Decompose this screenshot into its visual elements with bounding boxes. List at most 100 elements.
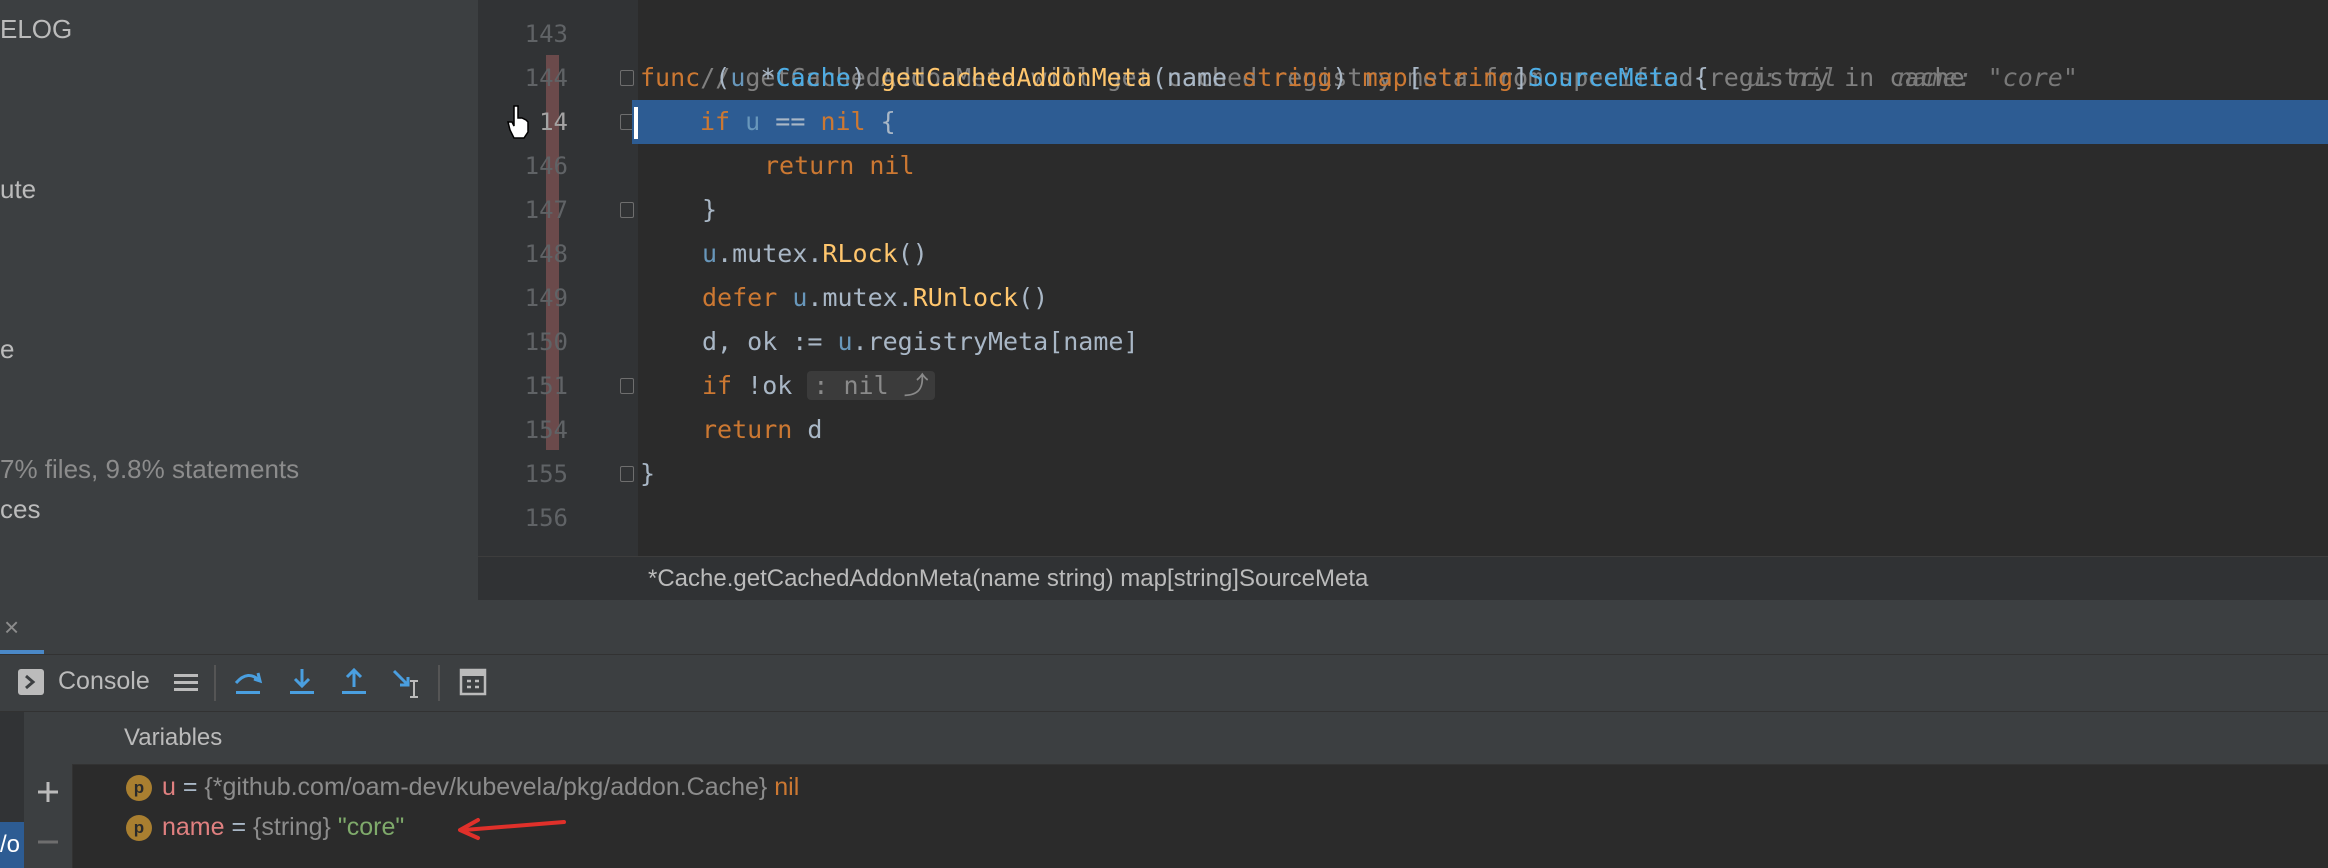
console-icon bbox=[18, 669, 44, 695]
variable-name: name bbox=[162, 813, 225, 841]
code-line-148[interactable]: u.mutex.RLock() bbox=[640, 232, 2328, 276]
keyword-defer: defer bbox=[702, 283, 778, 312]
line-number: 144 bbox=[524, 64, 568, 92]
code-token: d, ok := bbox=[702, 327, 838, 356]
code-token: { bbox=[865, 107, 896, 136]
line-number: 148 bbox=[524, 240, 568, 268]
code-line-144[interactable]: func (u *Cache) getCachedAddonMeta(name … bbox=[640, 56, 2328, 100]
code-editor[interactable]: 143 144 14 146 147 148 149 150 151 154 1… bbox=[478, 0, 2328, 556]
receiver: u bbox=[837, 327, 853, 356]
variable-value: "core" bbox=[330, 813, 405, 841]
code-line-143[interactable]: // getCachedAddonMeta will get cached re… bbox=[640, 12, 2328, 92]
receiver: u bbox=[792, 283, 808, 312]
function-name: getCachedAddonMeta bbox=[880, 63, 1152, 92]
coverage-summary: 7% files, 9.8% statements bbox=[0, 454, 300, 484]
variable-name: u bbox=[162, 773, 176, 801]
breadcrumb-function-signature[interactable]: *Cache.getCachedAddonMeta(name string) m… bbox=[648, 565, 1368, 593]
variables-title: Variables bbox=[124, 724, 223, 751]
code-token: ] bbox=[1513, 63, 1529, 92]
evaluate-expression-icon[interactable] bbox=[458, 667, 488, 697]
variable-value: nil bbox=[767, 773, 800, 801]
keyword-return: return bbox=[764, 151, 855, 180]
keyword-map: map bbox=[1362, 63, 1408, 92]
keyword-nil: nil bbox=[854, 151, 915, 180]
parameter-icon: p bbox=[126, 815, 152, 842]
code-token: .mutex. bbox=[807, 283, 913, 312]
selected-frame[interactable]: /o bbox=[0, 822, 24, 868]
step-over-icon[interactable] bbox=[232, 667, 264, 699]
method-name: RUnlock bbox=[912, 283, 1019, 312]
line-number: 150 bbox=[524, 328, 568, 356]
code-token: ( bbox=[700, 63, 731, 92]
code-token: == bbox=[760, 107, 821, 136]
tree-item-scratches[interactable]: ces bbox=[0, 494, 40, 525]
variable-equals: = bbox=[224, 813, 254, 841]
annotation-arrow-icon bbox=[458, 818, 566, 840]
tree-item[interactable]: ute bbox=[0, 174, 36, 205]
line-number: 143 bbox=[524, 20, 568, 48]
keyword-return: return bbox=[702, 415, 793, 444]
code-line-154[interactable]: return d bbox=[640, 408, 2328, 452]
variable-row[interactable]: p name = {string} "core" bbox=[126, 807, 404, 847]
variable-type: {string} bbox=[253, 813, 331, 841]
fold-icon[interactable] bbox=[620, 202, 634, 218]
run-to-cursor-icon[interactable] bbox=[390, 667, 424, 701]
code-token: [ bbox=[1407, 63, 1423, 92]
method-name: RLock bbox=[822, 239, 898, 268]
fold-icon[interactable] bbox=[620, 70, 634, 86]
param-name: name bbox=[1166, 63, 1243, 92]
code-token: * bbox=[745, 63, 776, 92]
code-token: () bbox=[1018, 283, 1049, 312]
variable-type: {*github.com/oam-dev/kubevela/pkg/addon.… bbox=[204, 773, 768, 801]
add-watch-icon[interactable] bbox=[36, 780, 60, 804]
variable-row[interactable]: pu = {*github.com/oam-dev/kubevela/pkg/a… bbox=[126, 767, 799, 807]
keyword-if: if bbox=[700, 107, 731, 136]
folded-code-region[interactable]: : nil ⤴ bbox=[807, 371, 935, 400]
variables-actions bbox=[24, 712, 73, 868]
receiver: u bbox=[702, 239, 718, 268]
hand-cursor-icon bbox=[507, 105, 529, 139]
code-line-149[interactable]: defer u.mutex.RUnlock() bbox=[640, 276, 2328, 320]
line-number: 147 bbox=[524, 196, 568, 224]
line-number: 154 bbox=[524, 416, 568, 444]
debug-toolbar: Console bbox=[0, 654, 2328, 712]
code-token: ( bbox=[1151, 63, 1167, 92]
frames-panel-edge: /o bbox=[0, 712, 24, 868]
return-type: SourceMeta bbox=[1528, 63, 1679, 92]
code-line-150[interactable]: d, ok := u.registryMeta[name] bbox=[640, 320, 2328, 364]
keyword-func: func bbox=[640, 63, 701, 92]
step-out-icon[interactable] bbox=[338, 667, 370, 699]
close-icon[interactable]: × bbox=[4, 612, 19, 643]
code-line-145-execution-point[interactable]: if u == nil { bbox=[632, 100, 2328, 144]
toolbar-separator bbox=[438, 665, 440, 701]
line-number: 156 bbox=[524, 504, 568, 532]
line-number: 155 bbox=[524, 460, 568, 488]
editor-gutter[interactable]: 143 144 14 146 147 148 149 150 151 154 1… bbox=[478, 0, 638, 556]
param-type: string bbox=[1242, 63, 1333, 92]
tree-item-changelog[interactable]: ELOG bbox=[0, 14, 72, 45]
step-into-icon[interactable] bbox=[286, 667, 318, 699]
editor-breadcrumb[interactable]: *Cache.getCachedAddonMeta(name string) m… bbox=[478, 556, 2328, 601]
code-line-146[interactable]: return nil bbox=[640, 144, 2328, 188]
tree-item[interactable]: e bbox=[0, 334, 14, 365]
line-number: 149 bbox=[524, 284, 568, 312]
code-token: } bbox=[702, 195, 718, 224]
code-line-147[interactable]: } bbox=[640, 188, 2328, 232]
key-type: string bbox=[1422, 63, 1514, 92]
expand-fold-icon[interactable] bbox=[620, 378, 634, 394]
project-tree-panel: ELOG ute e 7% files, 9.8% statements ces bbox=[0, 0, 478, 600]
keyword-if: if bbox=[702, 371, 733, 400]
line-number: 146 bbox=[524, 152, 568, 180]
fold-icon[interactable] bbox=[620, 466, 634, 482]
code-line-155[interactable]: } bbox=[640, 452, 2328, 496]
code-line-151[interactable]: if !ok : nil ⤴ bbox=[640, 364, 2328, 408]
console-tab[interactable]: Console bbox=[58, 667, 150, 696]
remove-watch-icon[interactable] bbox=[36, 830, 60, 854]
code-token: } bbox=[640, 459, 656, 488]
menu-icon[interactable] bbox=[172, 669, 200, 697]
toolbar-separator bbox=[214, 665, 216, 701]
code-token: () bbox=[897, 239, 928, 268]
receiver: u bbox=[730, 63, 746, 92]
code-token: { bbox=[1678, 63, 1709, 92]
code-token: !ok bbox=[732, 371, 808, 400]
